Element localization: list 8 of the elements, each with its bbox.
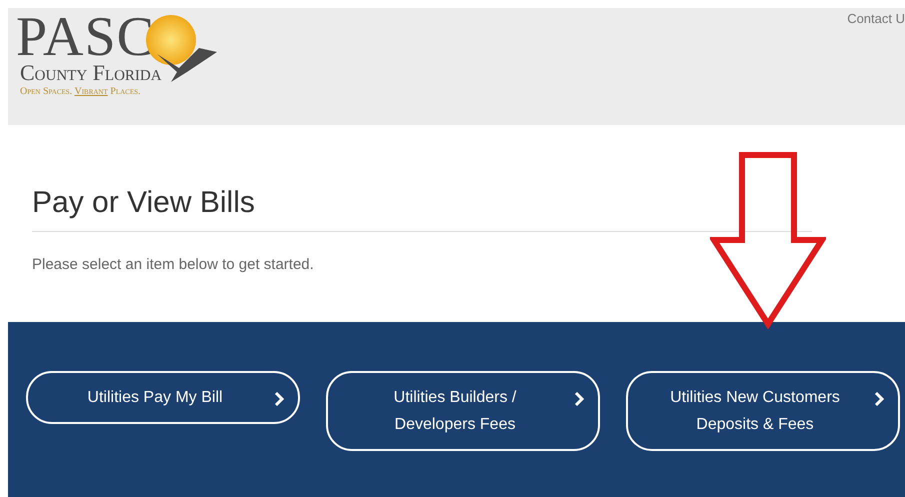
intro-text: Please select an item below to get started. (32, 255, 315, 275)
logo-subtitle: County Florida (20, 62, 163, 84)
contact-link[interactable]: Contact U (847, 8, 905, 125)
option-button[interactable]: Utilities Pay My Bill (26, 371, 300, 424)
option-button[interactable]: Utilities New Customers Deposits & Fees (626, 371, 900, 451)
option-button[interactable]: Utilities Builders / Developers Fees (326, 371, 600, 451)
page-title: Pay or View Bills (32, 185, 812, 232)
logo-tagline: Open Spaces. Vibrant Places. (20, 85, 142, 99)
